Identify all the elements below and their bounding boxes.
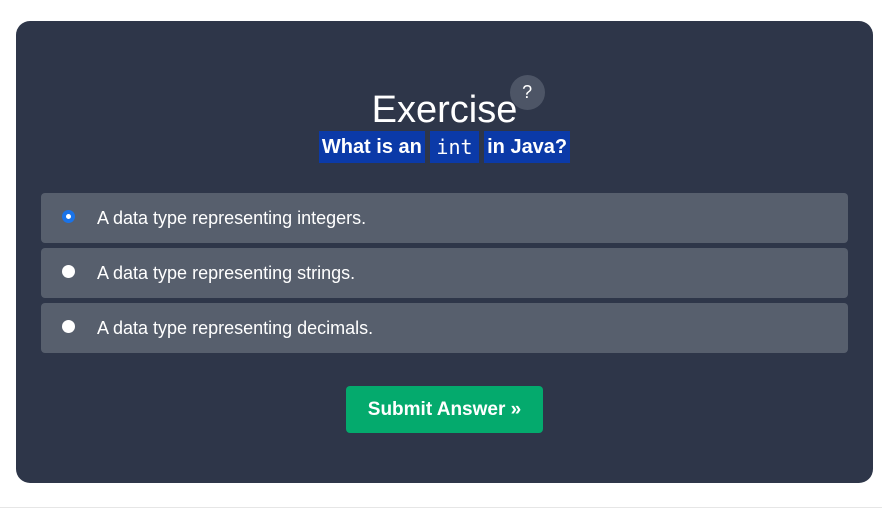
submit-answer-button[interactable]: Submit Answer » [346, 386, 543, 433]
exercise-title-text: Exercise [371, 89, 518, 131]
answer-option-label: A data type representing integers. [97, 208, 367, 228]
question-suffix: in Java? [484, 131, 571, 163]
title-row: Exercise ? [16, 75, 873, 133]
question-prefix: What is an [318, 131, 425, 163]
answer-option-strings[interactable]: A data type representing strings. [41, 248, 848, 298]
help-icon[interactable]: ? [509, 75, 545, 110]
question: What is an int in Java? [16, 131, 873, 163]
answer-options: A data type representing integers. A dat… [41, 193, 848, 358]
exercise-card: Exercise ? What is an int in Java? A dat… [16, 21, 873, 483]
radio-button[interactable] [62, 320, 75, 333]
answer-option-decimals[interactable]: A data type representing decimals. [41, 303, 848, 353]
page-divider [0, 507, 882, 508]
answer-option-integers[interactable]: A data type representing integers. [41, 193, 848, 243]
radio-button[interactable] [62, 265, 75, 278]
radio-button-checked[interactable] [62, 210, 75, 223]
exercise-title: Exercise ? [371, 75, 545, 133]
answer-option-label: A data type representing decimals. [97, 318, 374, 338]
answer-option-label: A data type representing strings. [97, 263, 356, 283]
question-code: int [430, 131, 479, 163]
